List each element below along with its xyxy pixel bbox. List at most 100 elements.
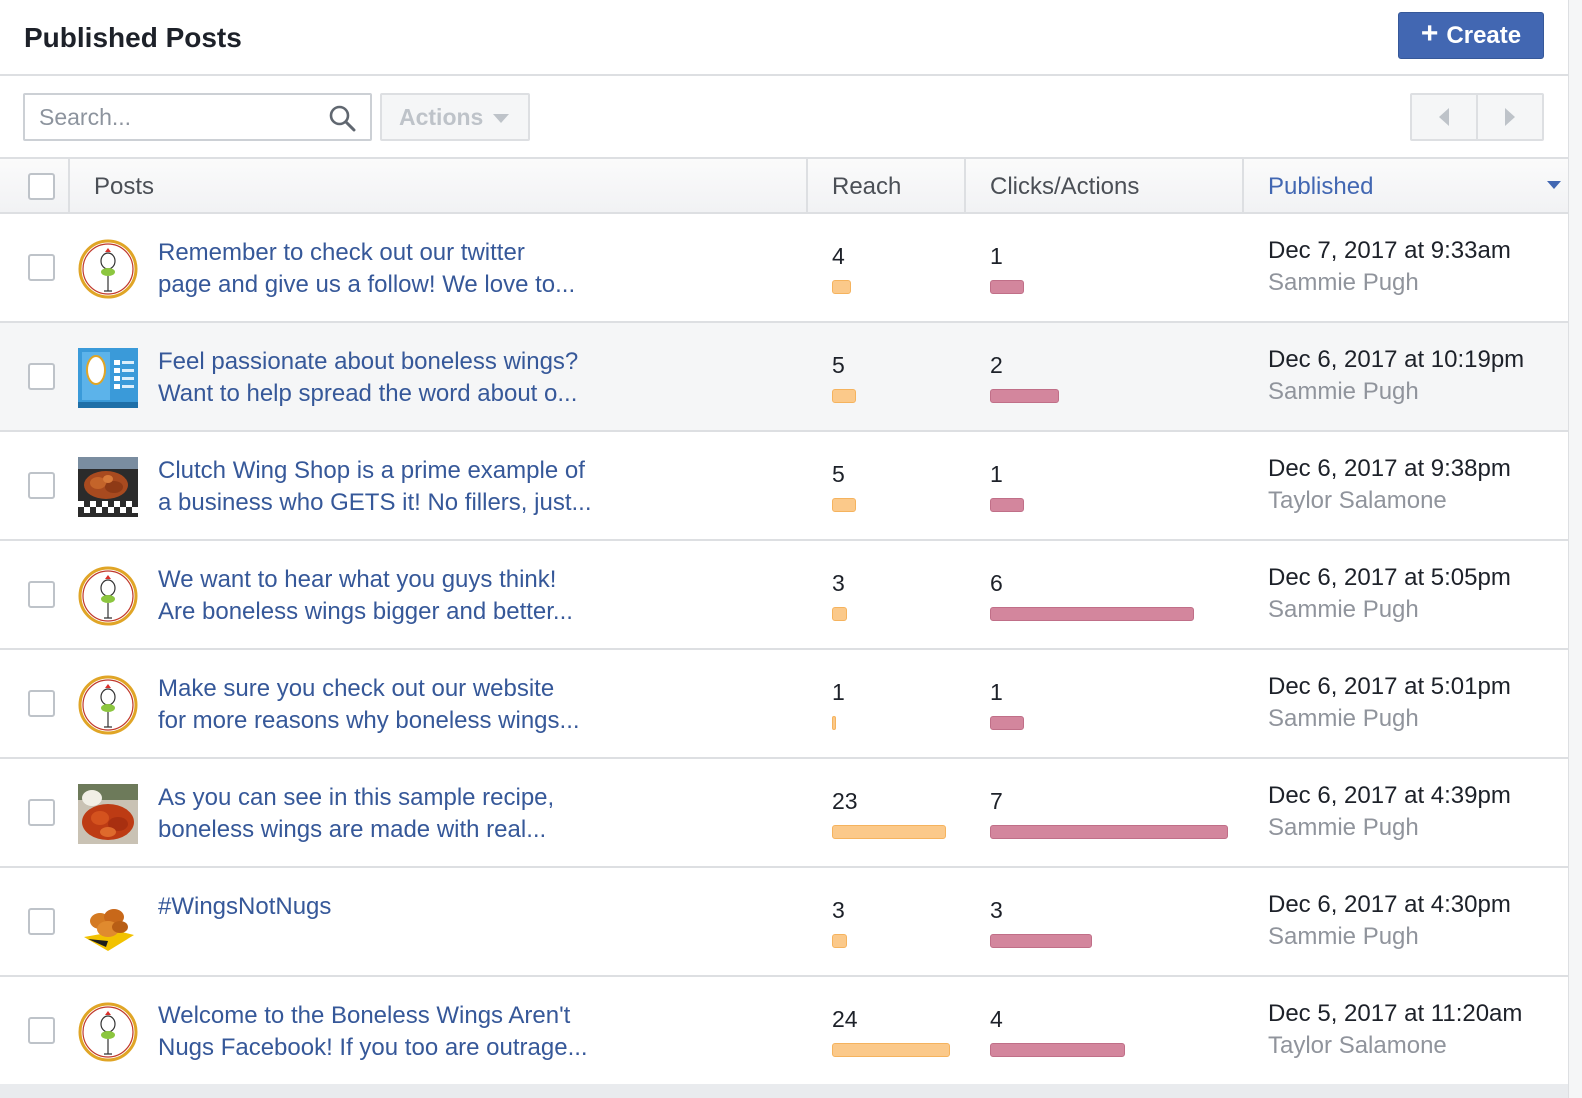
reach-value: 3 — [832, 570, 845, 596]
row-checkbox[interactable] — [28, 690, 55, 717]
column-header-posts[interactable]: Posts — [94, 159, 154, 214]
clicks-bar — [990, 498, 1024, 512]
row-checkbox[interactable] — [28, 581, 55, 608]
reach-bar — [832, 716, 836, 730]
reach-value: 5 — [832, 461, 845, 487]
clicks-bar — [990, 825, 1228, 839]
post-thumbnail[interactable] — [78, 566, 138, 626]
chicken-logo-icon — [78, 239, 138, 299]
post-link[interactable]: Clutch Wing Shop is a prime example of a… — [158, 455, 618, 519]
clicks-bar — [990, 607, 1194, 621]
post-link[interactable]: Welcome to the Boneless Wings Aren't Nug… — [158, 1000, 618, 1064]
create-button[interactable]: + Create — [1398, 12, 1544, 59]
chicken-logo-icon — [78, 675, 138, 735]
column-divider — [806, 159, 808, 214]
author-name: Sammie Pugh — [1268, 269, 1419, 296]
post-thumbnail[interactable] — [78, 348, 138, 408]
create-button-label: Create — [1446, 21, 1522, 49]
post-text-line: Welcome to the Boneless Wings Aren't — [158, 1002, 571, 1029]
post-thumbnail[interactable] — [78, 239, 138, 299]
previous-page-button[interactable] — [1412, 95, 1476, 139]
search-icon[interactable] — [328, 104, 356, 132]
table-row[interactable]: Welcome to the Boneless Wings Aren't Nug… — [0, 977, 1568, 1086]
clicks-bar — [990, 1043, 1125, 1057]
select-all-checkbox[interactable] — [28, 173, 55, 200]
table-row[interactable]: Clutch Wing Shop is a prime example of a… — [0, 432, 1568, 541]
sort-descending-icon[interactable] — [1547, 181, 1561, 189]
scrollbar[interactable] — [1568, 0, 1582, 1098]
clicks-value: 1 — [990, 243, 1003, 269]
row-checkbox[interactable] — [28, 363, 55, 390]
reach-bar — [832, 280, 851, 294]
table-row[interactable]: As you can see in this sample recipe, bo… — [0, 759, 1568, 868]
column-divider — [68, 159, 70, 214]
published-date: Dec 7, 2017 at 9:33am — [1268, 237, 1511, 264]
post-text-line: for more reasons why boneless wings... — [158, 707, 580, 734]
clicks-value: 3 — [990, 897, 1003, 923]
chevron-down-icon — [493, 113, 510, 123]
published-date: Dec 6, 2017 at 4:30pm — [1268, 891, 1511, 918]
post-link[interactable]: Remember to check out our twitter page a… — [158, 237, 618, 301]
actions-label: Actions — [399, 103, 484, 130]
post-thumbnail[interactable] — [78, 675, 138, 735]
clicks-value: 1 — [990, 461, 1003, 487]
column-header-reach[interactable]: Reach — [832, 159, 901, 214]
post-text-line: Remember to check out our twitter — [158, 239, 525, 266]
author-name: Sammie Pugh — [1268, 814, 1419, 841]
row-checkbox[interactable] — [28, 472, 55, 499]
author-name: Taylor Salamone — [1268, 1032, 1447, 1059]
column-header-clicks[interactable]: Clicks/Actions — [990, 159, 1139, 214]
table-row[interactable]: #WingsNotNugs 3 3 Dec 6, 2017 at 4:30pm … — [0, 868, 1568, 977]
published-date: Dec 6, 2017 at 9:38pm — [1268, 455, 1511, 482]
search-input[interactable] — [39, 103, 319, 131]
table-footer-edge — [0, 1084, 1568, 1098]
row-checkbox[interactable] — [28, 799, 55, 826]
search-field[interactable] — [23, 93, 372, 141]
reach-value: 24 — [832, 1006, 858, 1032]
table-row[interactable]: Feel passionate about boneless wings? Wa… — [0, 323, 1568, 432]
reach-value: 3 — [832, 897, 845, 923]
table-row[interactable]: We want to hear what you guys think! Are… — [0, 541, 1568, 650]
post-thumbnail[interactable] — [78, 893, 138, 953]
post-text-line: Make sure you check out our website — [158, 675, 555, 702]
row-checkbox[interactable] — [28, 908, 55, 935]
clicks-value: 4 — [990, 1006, 1003, 1032]
plus-icon: + — [1420, 17, 1439, 50]
post-text-line: Nugs Facebook! If you too are outrage... — [158, 1034, 588, 1061]
post-text-line: Clutch Wing Shop is a prime example of — [158, 457, 585, 484]
author-name: Sammie Pugh — [1268, 596, 1419, 623]
reach-value: 1 — [832, 679, 845, 705]
arrow-left-icon — [1439, 108, 1449, 126]
row-checkbox[interactable] — [28, 1017, 55, 1044]
post-thumbnail[interactable] — [78, 457, 138, 517]
column-header-published[interactable]: Published — [1268, 159, 1373, 214]
post-text-line: Are boneless wings bigger and better... — [158, 598, 573, 625]
post-link[interactable]: Feel passionate about boneless wings? Wa… — [158, 346, 618, 410]
post-thumbnail[interactable] — [78, 784, 138, 844]
pager — [1410, 93, 1544, 141]
post-text-line: Want to help spread the word about o... — [158, 380, 578, 407]
post-thumbnail[interactable] — [78, 1002, 138, 1062]
wings-photo-icon — [78, 457, 138, 517]
table-row[interactable]: Make sure you check out our website for … — [0, 650, 1568, 759]
next-page-button[interactable] — [1476, 95, 1542, 139]
clicks-value: 7 — [990, 788, 1003, 814]
row-checkbox[interactable] — [28, 254, 55, 281]
nuggets-photo-icon — [78, 893, 138, 953]
author-name: Sammie Pugh — [1268, 923, 1419, 950]
post-link[interactable]: We want to hear what you guys think! Are… — [158, 564, 618, 628]
post-text-line: #WingsNotNugs — [158, 893, 332, 920]
reach-bar — [832, 607, 847, 621]
table-row[interactable]: Remember to check out our twitter page a… — [0, 214, 1568, 323]
post-link[interactable]: As you can see in this sample recipe, bo… — [158, 782, 618, 846]
clicks-value: 2 — [990, 352, 1003, 378]
clicks-bar — [990, 934, 1092, 948]
actions-dropdown[interactable]: Actions — [380, 93, 530, 141]
post-link[interactable]: Make sure you check out our website for … — [158, 673, 618, 737]
published-date: Dec 6, 2017 at 4:39pm — [1268, 782, 1511, 809]
published-date: Dec 6, 2017 at 5:01pm — [1268, 673, 1511, 700]
clicks-value: 6 — [990, 570, 1003, 596]
post-link[interactable]: #WingsNotNugs — [158, 891, 618, 923]
wings-plate-photo-icon — [78, 784, 138, 844]
page-title: Published Posts — [24, 22, 242, 53]
